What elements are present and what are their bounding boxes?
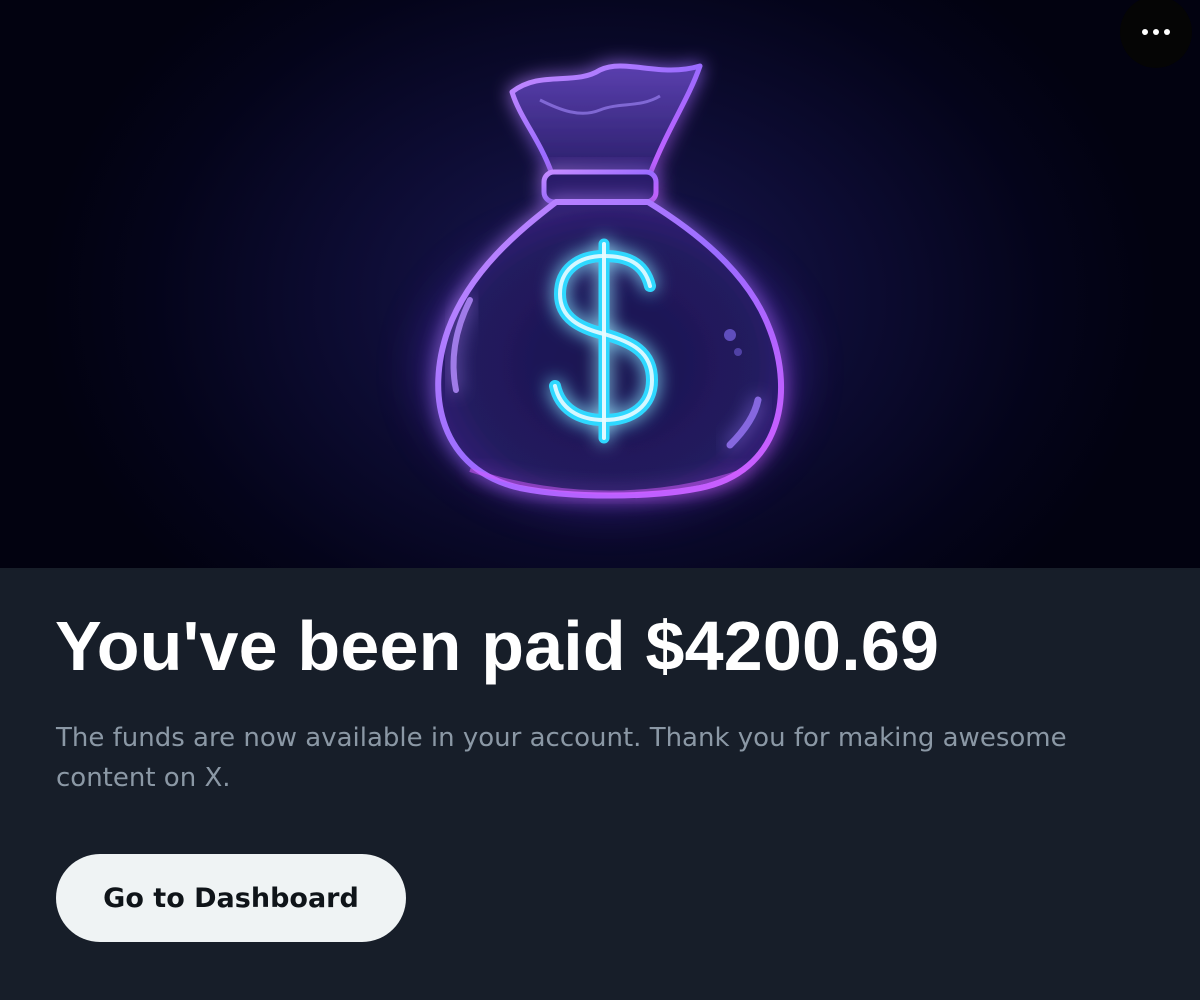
more-horizontal-icon xyxy=(1142,29,1170,35)
payout-title: You've been paid $4200.69 xyxy=(55,607,940,685)
hero-banner xyxy=(0,0,1200,568)
payout-card: You've been paid $4200.69 The funds are … xyxy=(0,0,1200,1000)
payout-description: The funds are now available in your acco… xyxy=(56,723,1067,793)
money-bag-icon xyxy=(420,63,800,510)
go-to-dashboard-button[interactable]: Go to Dashboard xyxy=(56,854,406,942)
content-panel: You've been paid $4200.69 The funds are … xyxy=(0,568,1200,1000)
